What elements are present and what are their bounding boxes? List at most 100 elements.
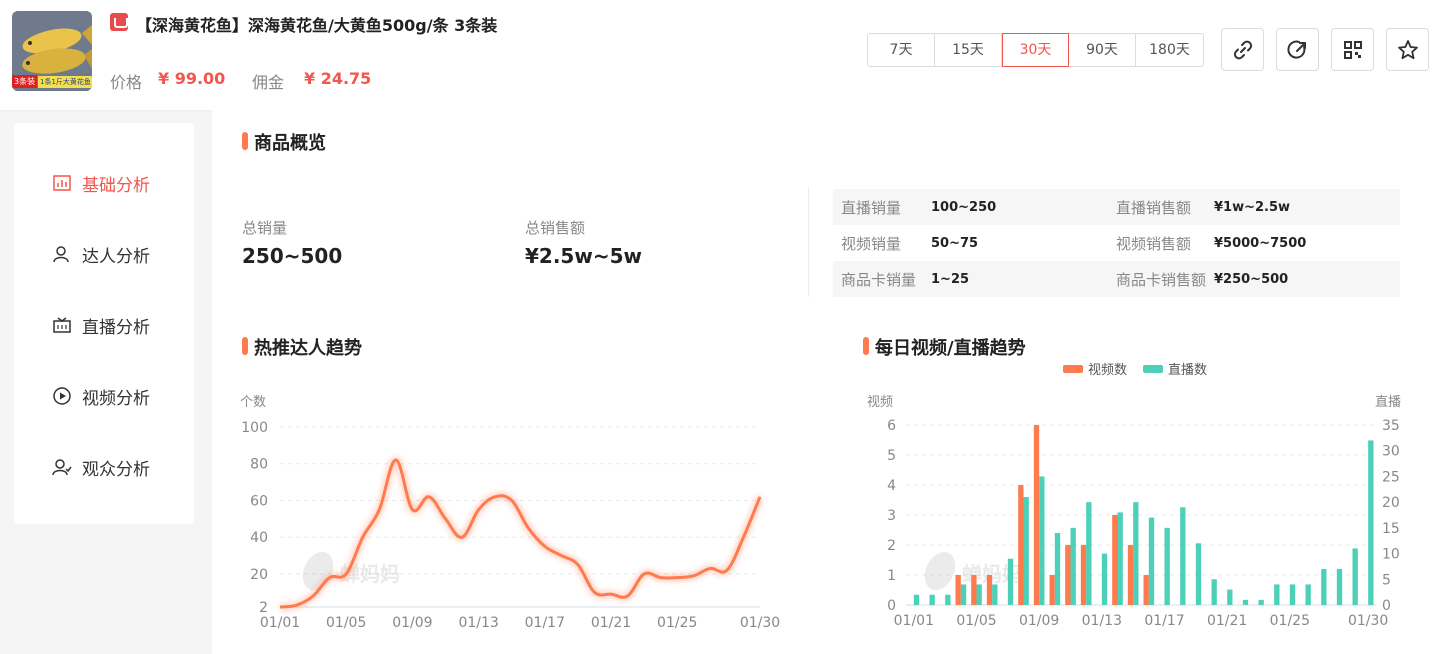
range-7d[interactable]: 7天 <box>868 34 935 66</box>
legend-swatch-live <box>1143 365 1163 373</box>
bar-live <box>976 584 982 605</box>
sidebar-item-label: 观众分析 <box>82 459 150 480</box>
y-tick-label-right: 35 <box>1382 418 1400 434</box>
x-tick-label: 01/30 <box>740 615 780 631</box>
bar-live <box>1305 584 1311 605</box>
bar-live <box>1352 548 1358 605</box>
bar-live <box>1242 599 1249 605</box>
legend-label-live: 直播数 <box>1168 363 1207 378</box>
analysis-sidebar: 基础分析 达人分析 直播分析 视频分析 观众分析 <box>14 123 194 524</box>
bar-live <box>945 594 951 605</box>
y-tick-label: 100 <box>241 420 268 436</box>
time-range-selector: 7天 15天 30天 90天 180天 <box>867 33 1204 67</box>
y-tick-label-right: 0 <box>1382 598 1391 614</box>
x-tick-label: 01/01 <box>260 615 300 631</box>
live-icon <box>53 317 71 333</box>
bar-live <box>1164 527 1170 605</box>
row-value: ¥1w~2.5w <box>1214 199 1291 215</box>
bar-video <box>955 575 961 605</box>
x-tick-label: 01/30 <box>1348 613 1388 629</box>
bar-video <box>1080 545 1087 605</box>
range-180d[interactable]: 180天 <box>1136 34 1203 66</box>
product-header: 3条装 1条1斤大黄花鱼 【深海黄花鱼】深海黄花鱼/大黄鱼500g/条 3条装 … <box>0 0 1449 110</box>
daily-video-live-chart: 视频数 直播数视频 直播654321035302520151050蝉妈妈01/01 0… <box>867 363 1401 629</box>
bar-live <box>992 584 998 605</box>
bar-live <box>1070 527 1076 605</box>
bar-video <box>1127 545 1134 605</box>
sidebar-item-live-analysis[interactable]: 直播分析 <box>52 313 150 338</box>
bar-live <box>1211 579 1217 605</box>
product-title[interactable]: 【深海黄花鱼】深海黄花鱼/大黄鱼500g/条 3条装 <box>136 12 497 36</box>
row-key: 视频销量 <box>841 234 902 253</box>
y-tick-label-right: 25 <box>1382 469 1400 485</box>
share-button[interactable] <box>1276 28 1319 71</box>
row-key: 商品卡销量 <box>841 270 917 289</box>
y-tick-label: 2 <box>259 600 268 616</box>
y-tick-label-right: 20 <box>1382 495 1400 511</box>
x-tick-label: 01/17 <box>525 615 565 631</box>
y-tick-label-right: 15 <box>1382 521 1400 537</box>
x-tick-label: 01/09 <box>1019 613 1059 629</box>
price-label: 价格 <box>110 73 143 92</box>
copy-link-button[interactable] <box>1221 28 1264 71</box>
sidebar-item-audience-analysis[interactable]: 观众分析 <box>52 455 150 480</box>
sidebar-item-label: 基础分析 <box>82 175 150 196</box>
total-sales-value: 250~500 <box>242 244 343 268</box>
commission-label: 佣金 <box>252 73 285 92</box>
y-tick-label: 20 <box>250 567 268 583</box>
x-tick-label: 01/05 <box>326 615 366 631</box>
y-tick-label-left: 2 <box>887 538 896 554</box>
sidebar-item-video-analysis[interactable]: 视频分析 <box>52 384 150 409</box>
product-thumbnail[interactable]: 3条装 1条1斤大黄花鱼 <box>12 11 92 91</box>
row-value: ¥250~500 <box>1214 271 1289 287</box>
row-key: 视频销售额 <box>1116 234 1192 253</box>
range-15d[interactable]: 15天 <box>935 34 1002 66</box>
y-tick-label-right: 5 <box>1382 572 1391 588</box>
qrcode-button[interactable] <box>1331 28 1374 71</box>
x-tick-label: 01/21 <box>591 615 631 631</box>
x-tick-label: 01/21 <box>1207 613 1247 629</box>
sidebar-item-label: 视频分析 <box>82 388 150 409</box>
sidebar-item-label: 达人分析 <box>82 246 150 267</box>
table-row: 商品卡销量 1~25 商品卡销售额 ¥250~500 <box>833 261 1400 297</box>
y-tick-label-left: 5 <box>887 448 896 464</box>
y-axis-title-left: 视频 <box>867 395 893 410</box>
bar-live <box>1007 558 1014 605</box>
y-tick-label: 60 <box>250 493 268 509</box>
legend-label-video: 视频数 <box>1088 363 1127 378</box>
qrcode-icon <box>1344 41 1362 59</box>
bar-live <box>1321 569 1327 605</box>
row-key: 直播销量 <box>841 198 902 217</box>
bar-video <box>986 575 993 605</box>
sidebar-item-basic-analysis[interactable]: 基础分析 <box>52 171 150 196</box>
bar-chart-icon <box>53 175 71 191</box>
bar-live <box>1023 497 1029 605</box>
x-tick-label: 01/25 <box>657 615 697 631</box>
y-tick-label: 80 <box>250 457 268 473</box>
row-value: 1~25 <box>931 271 970 287</box>
bar-video <box>971 575 977 605</box>
bar-video <box>1143 575 1149 605</box>
favorite-button[interactable] <box>1386 28 1429 71</box>
bar-live <box>1368 440 1374 605</box>
section-title-influencer-trend: 热推达人趋势 <box>242 334 362 360</box>
bar-live <box>1133 502 1139 605</box>
row-value: 50~75 <box>931 235 979 251</box>
bar-video <box>1049 575 1055 605</box>
sidebar-item-influencer-analysis[interactable]: 达人分析 <box>52 242 150 267</box>
y-tick-label-right: 30 <box>1382 444 1400 460</box>
x-tick-label: 01/17 <box>1144 613 1184 629</box>
y-axis-title: 个数 <box>240 395 266 410</box>
bar-live <box>1336 569 1343 605</box>
range-90d[interactable]: 90天 <box>1069 34 1136 66</box>
row-key: 直播销售额 <box>1116 198 1192 217</box>
row-value: ¥5000~7500 <box>1214 235 1307 251</box>
bar-live <box>1180 507 1186 605</box>
bar-live <box>1039 476 1045 605</box>
range-30d[interactable]: 30天 <box>1002 33 1069 67</box>
commission-value: ¥ 24.75 <box>304 69 372 88</box>
y-tick-label-left: 6 <box>887 418 896 434</box>
row-key: 商品卡销售额 <box>1116 270 1207 289</box>
x-tick-label: 01/05 <box>956 613 996 629</box>
bar-live <box>1227 589 1233 605</box>
